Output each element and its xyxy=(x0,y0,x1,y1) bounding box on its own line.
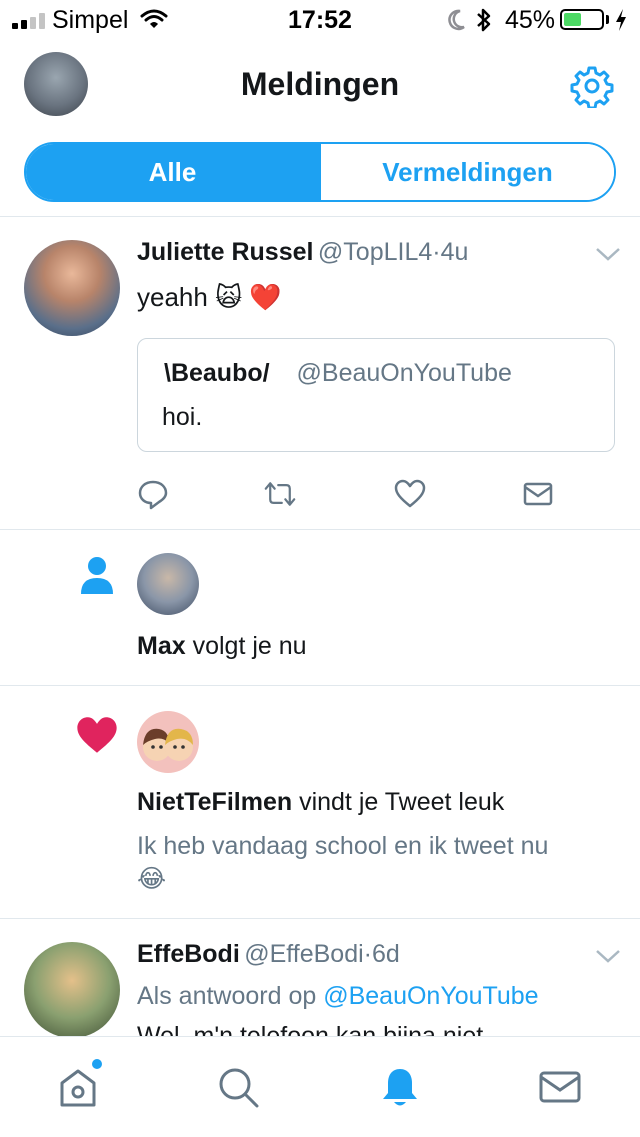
message-icon[interactable] xyxy=(522,478,554,510)
liked-tweet-text[interactable]: Ik heb vandaag school en ik tweet nu 😂 xyxy=(137,830,627,896)
tweet-time: 6d xyxy=(372,940,400,968)
divider xyxy=(0,216,640,217)
charging-icon xyxy=(616,9,626,31)
reply-to-link[interactable]: @BeauOnYouTube xyxy=(323,982,538,1010)
quoted-tweet[interactable]: \Beaubo/ @BeauOnYouTube hoi. xyxy=(137,338,615,452)
follow-notification-text: Max volgt je nu xyxy=(137,632,307,661)
reply-header: EffeBodi @EffeBodi·6d xyxy=(137,940,400,969)
page-title: Meldingen xyxy=(240,66,400,102)
divider xyxy=(0,529,640,530)
chevron-down-icon[interactable] xyxy=(595,948,621,964)
quoted-author-handle: @BeauOnYouTube xyxy=(296,359,512,387)
person-icon xyxy=(81,557,113,594)
bluetooth-icon xyxy=(477,8,491,32)
reply-icon[interactable] xyxy=(137,478,169,510)
liked-tweet-emoji: 😂 xyxy=(137,865,167,893)
tab-mentions[interactable]: Vermeldingen xyxy=(319,144,614,200)
reply-prefix: Als antwoord op xyxy=(137,982,324,1010)
avatar-illustration xyxy=(143,728,193,761)
liked-tweet-body: Ik heb vandaag school en ik tweet nu xyxy=(137,832,549,860)
separator: · xyxy=(432,238,441,266)
tweet-text: yeahh 🙀 ❤️ xyxy=(137,282,282,313)
notification-filter: Alle Vermeldingen xyxy=(24,142,616,202)
tweet-emoji: 🙀 ❤️ xyxy=(215,282,282,312)
reply-context: Als antwoord op @BeauOnYouTube xyxy=(137,982,539,1011)
chevron-down-icon[interactable] xyxy=(595,246,621,262)
avatar[interactable] xyxy=(137,553,199,615)
liker-name[interactable]: NietTeFilmen xyxy=(137,788,292,816)
author-name[interactable]: EffeBodi xyxy=(137,940,240,968)
author-name[interactable]: Juliette Russel xyxy=(137,238,313,266)
home-icon[interactable] xyxy=(56,1065,100,1109)
like-icon[interactable] xyxy=(394,478,426,510)
tab-all[interactable]: Alle xyxy=(26,144,319,200)
retweet-icon[interactable] xyxy=(264,478,296,510)
status-bar: Simpel 17:52 45% xyxy=(0,0,640,40)
separator: · xyxy=(363,940,372,968)
battery-percentage: 45% xyxy=(505,6,556,34)
like-notification-text: NietTeFilmen vindt je Tweet leuk xyxy=(137,788,504,817)
unread-dot xyxy=(90,1057,104,1071)
divider xyxy=(0,918,640,919)
tweet-body: yeahh xyxy=(137,282,208,312)
quoted-text: hoi. xyxy=(162,403,203,431)
bell-icon[interactable] xyxy=(378,1065,422,1109)
follow-action: volgt je nu xyxy=(185,632,307,660)
tweet-time: 4u xyxy=(440,238,469,266)
mail-icon[interactable] xyxy=(538,1065,582,1109)
like-action: vindt je Tweet leuk xyxy=(292,788,505,816)
moon-icon xyxy=(448,9,465,31)
author-handle: @EffeBodi xyxy=(244,940,364,968)
divider xyxy=(0,685,640,686)
avatar[interactable] xyxy=(24,942,120,1038)
quoted-header: \Beaubo/ @BeauOnYouTube xyxy=(164,359,512,388)
author-handle: @TopLIL4 xyxy=(317,238,433,266)
battery-icon xyxy=(560,9,604,30)
quoted-author-name: \Beaubo/ xyxy=(164,359,270,387)
battery-nub xyxy=(606,15,609,24)
avatar[interactable] xyxy=(137,711,199,773)
gear-icon[interactable] xyxy=(570,64,614,108)
heart-icon xyxy=(77,717,117,753)
follower-name[interactable]: Max xyxy=(137,632,186,660)
tab-bar xyxy=(0,1036,640,1137)
tweet-header: Juliette Russel @TopLIL4·4u xyxy=(137,238,468,267)
search-icon[interactable] xyxy=(216,1065,260,1109)
avatar[interactable] xyxy=(24,240,120,336)
